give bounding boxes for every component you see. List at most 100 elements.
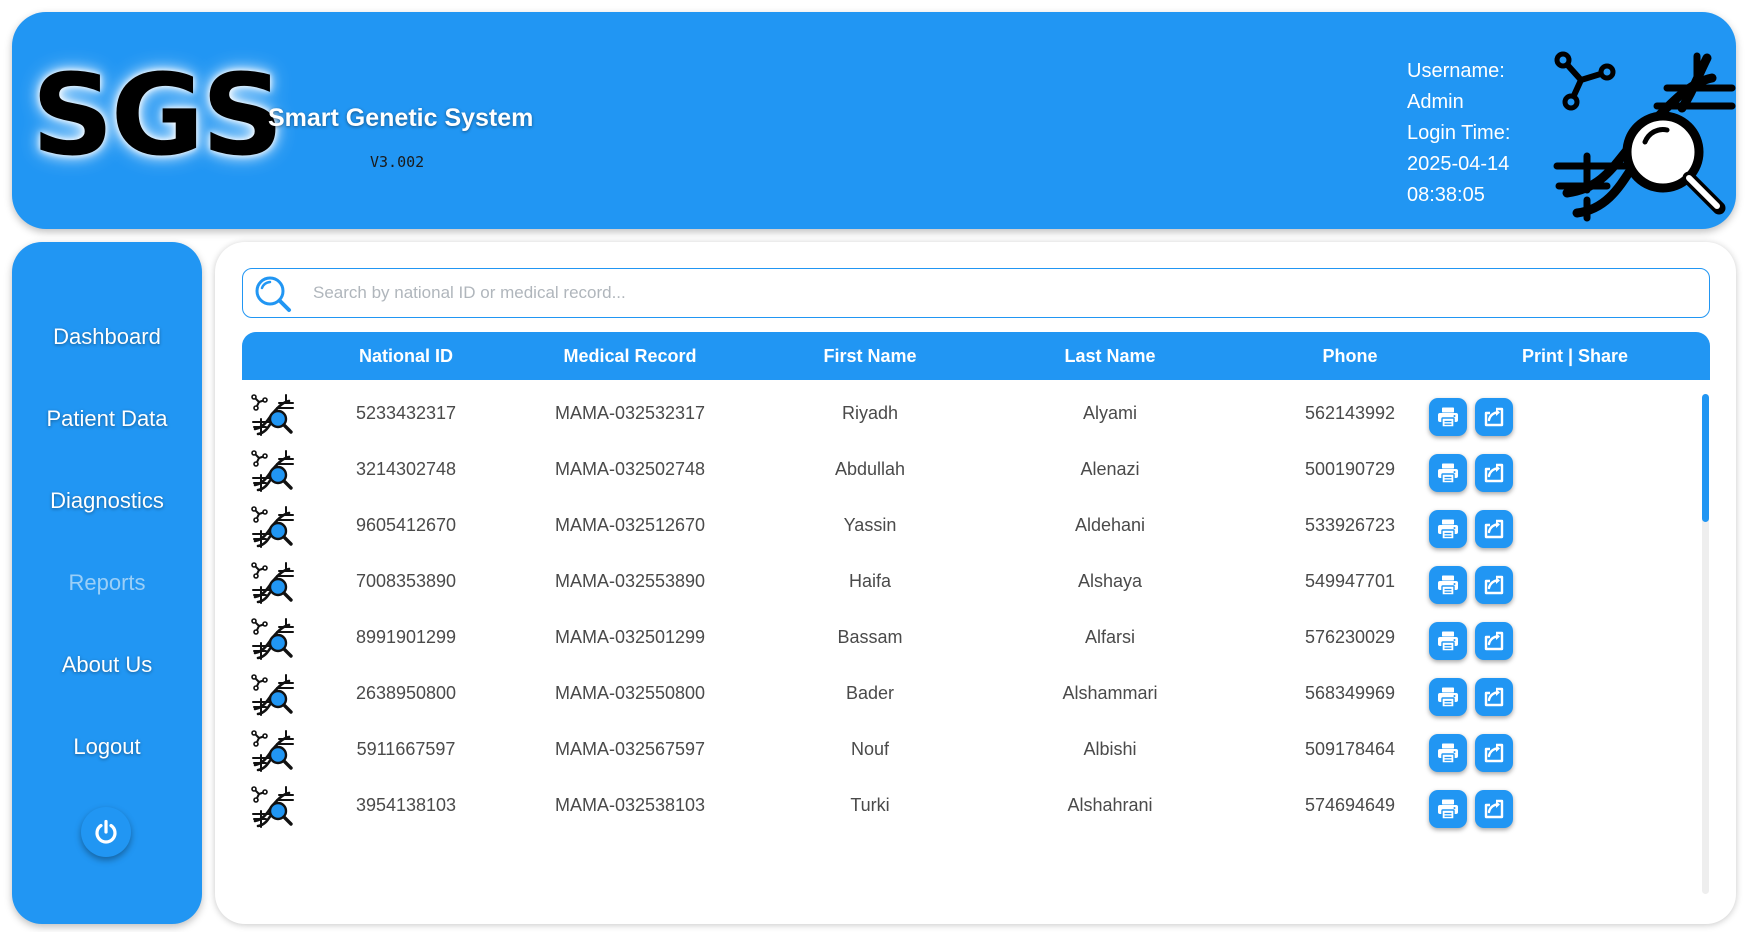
printer-icon [1438,407,1458,428]
print-button[interactable] [1429,790,1467,828]
col-medical-record[interactable]: Medical Record [510,332,750,380]
username-value: Admin [1407,91,1464,113]
cell-last-name: Albishi [1083,739,1137,759]
share-button[interactable] [1475,734,1513,772]
cell-last-name: Alfarsi [1084,627,1135,647]
cell-national-id: 7008353890 [355,571,457,591]
cell-first-name: Nouf [850,739,890,759]
cell-first-name: Bassam [837,627,903,647]
share-icon [1484,631,1504,651]
print-button[interactable] [1429,566,1467,604]
search-input[interactable] [311,275,1695,311]
cell-first-name: Riyadh [841,403,899,423]
share-button[interactable] [1475,398,1513,436]
table-row[interactable]: 2638950800 MAMA-032550800 Bader Alshamma… [242,662,1710,724]
app-logo: SGS [31,51,284,181]
col-print-share: Print | Share [1521,346,1629,366]
table-scrollbar[interactable] [1702,394,1709,894]
cell-first-name: Abdullah [834,459,906,479]
share-button[interactable] [1475,790,1513,828]
power-button[interactable] [81,807,131,857]
printer-icon [1438,519,1458,540]
nav-dashboard[interactable]: Dashboard [12,324,202,350]
cell-first-name: Turki [850,795,890,815]
cell-last-name: Alyami [1082,403,1137,423]
print-button[interactable] [1429,622,1467,660]
cell-first-name: Haifa [848,571,892,591]
printer-icon [1438,743,1458,764]
cell-last-name: Alshahrani [1067,795,1153,815]
dna-search-icon [251,674,294,716]
username-label: Username: [1407,60,1505,82]
print-button[interactable] [1429,734,1467,772]
cell-medical-record: MAMA-032512670 [554,515,706,535]
cell-medical-record: MAMA-032553890 [554,571,706,591]
dna-search-icon [251,506,294,548]
login-date-value: 2025-04-14 [1407,153,1510,175]
print-button[interactable] [1429,678,1467,716]
print-button[interactable] [1429,454,1467,492]
cell-last-name: Alenazi [1080,459,1140,479]
share-button[interactable] [1475,566,1513,604]
table-row[interactable]: 7008353890 MAMA-032553890 Haifa Alshaya … [242,550,1710,612]
login-time-label: Login Time: [1407,122,1511,144]
search-icon [255,276,291,312]
cell-national-id: 8991901299 [355,627,457,647]
nav-patient-data[interactable]: Patient Data [12,406,202,432]
share-button[interactable] [1475,510,1513,548]
table-row[interactable]: 9605412670 MAMA-032512670 Yassin Aldehan… [242,494,1710,556]
printer-icon [1438,575,1458,596]
nav-diagnostics[interactable]: Diagnostics [12,488,202,514]
share-button[interactable] [1475,622,1513,660]
cell-first-name: Bader [845,683,895,703]
cell-medical-record: MAMA-032550800 [554,683,706,703]
cell-last-name: Aldehani [1074,515,1146,535]
cell-medical-record: MAMA-032501299 [554,627,706,647]
app-header: SGS Smart Genetic System V3.002 Username… [12,12,1736,229]
dna-search-icon [251,786,294,828]
table-row[interactable]: 5911667597 MAMA-032567597 Nouf Albishi 5… [242,718,1710,780]
share-button[interactable] [1475,454,1513,492]
app-version: V3.002 [370,153,425,171]
share-button[interactable] [1475,678,1513,716]
share-icon [1484,799,1504,819]
printer-icon [1438,463,1458,484]
patient-table-body: 5233432317 MAMA-032532317 Riyadh Alyami … [242,382,1710,912]
dna-search-icon [1553,51,1736,222]
scrollbar-thumb[interactable] [1702,394,1709,522]
cell-national-id: 3214302748 [355,459,457,479]
dna-search-icon [251,730,294,772]
col-national-id[interactable]: National ID [302,332,510,380]
table-row[interactable]: 3214302748 MAMA-032502748 Abdullah Alena… [242,438,1710,500]
share-icon [1484,463,1504,483]
cell-national-id: 5233432317 [355,403,457,423]
printer-icon [1438,631,1458,652]
app-title: Smart Genetic System [268,104,534,132]
power-icon [95,819,117,844]
cell-medical-record: MAMA-032567597 [554,739,706,759]
nav-about-us[interactable]: About Us [12,652,202,678]
share-icon [1484,519,1504,539]
col-phone[interactable]: Phone [1230,332,1470,380]
cell-first-name: Yassin [843,515,897,535]
printer-icon [1438,687,1458,708]
print-button[interactable] [1429,398,1467,436]
sidebar: Dashboard Patient Data Diagnostics Repor… [12,242,202,924]
table-row[interactable]: 5233432317 MAMA-032532317 Riyadh Alyami … [242,382,1710,444]
col-first-name[interactable]: First Name [750,332,990,380]
cell-national-id: 2638950800 [355,683,457,703]
print-button[interactable] [1429,510,1467,548]
table-row[interactable]: 8991901299 MAMA-032501299 Bassam Alfarsi… [242,606,1710,668]
login-time-value: 08:38:05 [1407,184,1485,206]
share-icon [1484,743,1504,763]
cell-last-name: Alshaya [1077,571,1143,591]
main-panel: National ID Medical Record First Name La… [215,242,1736,924]
share-icon [1484,407,1504,427]
share-icon [1484,575,1504,595]
dna-search-icon [251,394,294,436]
nav-logout[interactable]: Logout [12,734,202,760]
nav-reports: Reports [68,570,146,595]
cell-last-name: Alshammari [1062,683,1158,703]
table-row[interactable]: 3954138103 MAMA-032538103 Turki Alshahra… [242,774,1710,836]
col-last-name[interactable]: Last Name [990,332,1230,380]
